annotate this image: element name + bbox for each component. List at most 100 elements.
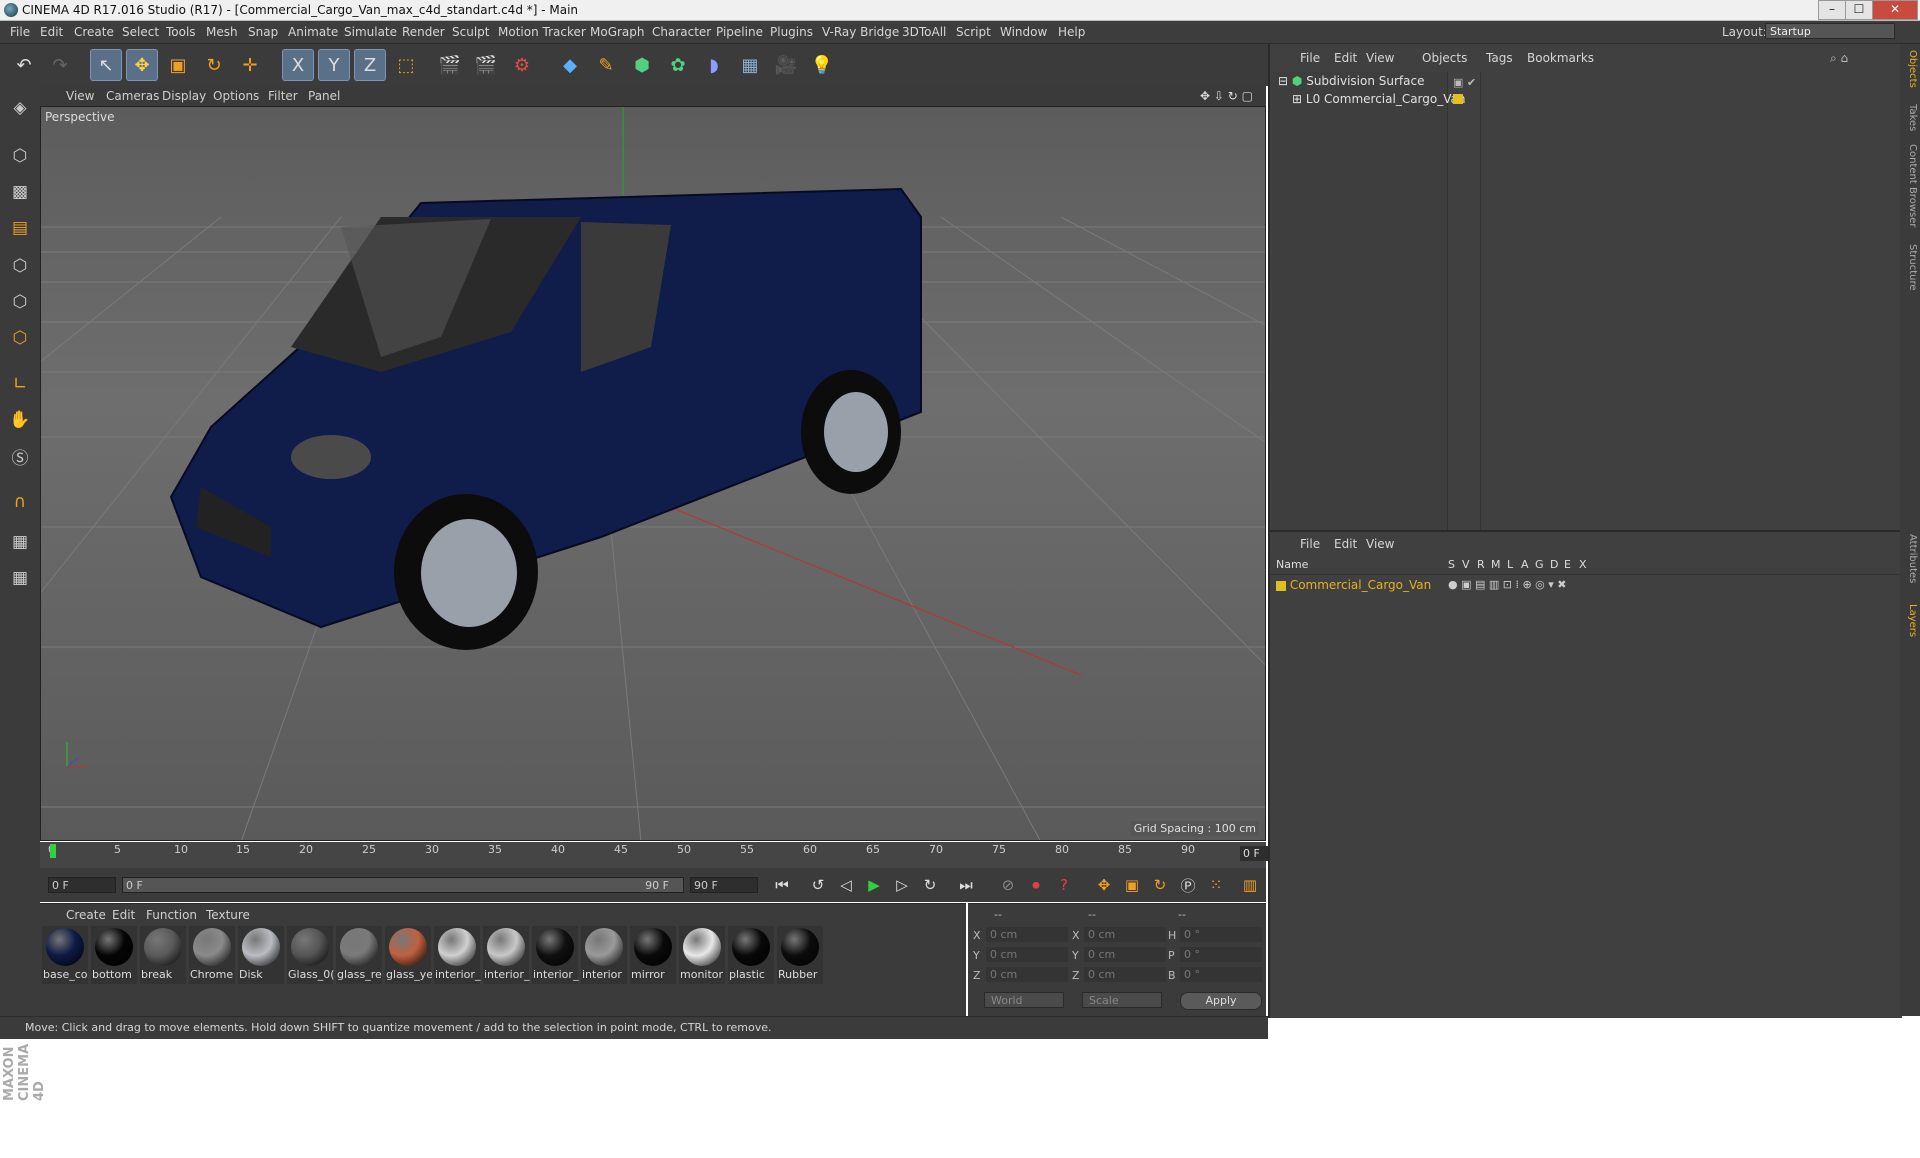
menu-snap[interactable]: Snap (248, 25, 278, 39)
move-tool-icon[interactable]: ✥ (126, 49, 158, 81)
edges-mode-icon[interactable]: ⬡ (4, 286, 36, 318)
deformer-icon[interactable]: ◗ (698, 49, 730, 81)
material-swatch[interactable]: bottom (91, 926, 137, 984)
menu-render[interactable]: Render (402, 25, 445, 39)
start-frame-field[interactable]: 0 F (48, 877, 116, 893)
material-swatch[interactable]: monitor (679, 926, 725, 984)
material-swatch[interactable]: glass_re (336, 926, 382, 984)
tab-attributes[interactable]: Attributes (1902, 534, 1918, 583)
render-settings-icon[interactable]: ⚙ (506, 49, 538, 81)
menu-3dtoall[interactable]: 3DToAll (902, 25, 946, 39)
material-swatch[interactable]: base_co (42, 926, 88, 984)
close-button[interactable]: ✕ (1872, 0, 1918, 20)
material-swatch[interactable]: interior (581, 926, 627, 984)
coordinate-mode-dropdown[interactable]: World (984, 992, 1064, 1008)
render-to-picture-viewer-icon[interactable]: 🎬 (470, 49, 502, 81)
go-to-end-icon[interactable]: ⏭ (954, 873, 978, 897)
previous-key-icon[interactable]: ↺ (806, 873, 830, 897)
polygons-mode-icon[interactable]: ⬡ (4, 322, 36, 354)
object-row-van[interactable]: ⊞ L0 Commercial_Cargo_Van (1292, 90, 1465, 108)
menu-vray-bridge[interactable]: V-Ray Bridge (822, 25, 899, 39)
menu-sculpt[interactable]: Sculpt (452, 25, 489, 39)
menu-tools[interactable]: Tools (166, 25, 196, 39)
magnet-icon[interactable]: ∩ (4, 486, 36, 518)
live-selection-icon[interactable]: ↖ (90, 49, 122, 81)
layer-color-swatch[interactable] (1276, 580, 1286, 591)
menu-animate[interactable]: Animate (288, 25, 338, 39)
size-x-field[interactable]: 0 cm (1084, 927, 1166, 942)
minimize-button[interactable]: – (1818, 0, 1846, 20)
make-editable-icon[interactable]: ◈ (4, 92, 36, 124)
material-menu-create[interactable]: Create (66, 908, 106, 922)
layers-menu-edit[interactable]: Edit (1334, 537, 1357, 551)
recent-tools-icon[interactable]: ✛ (234, 49, 266, 81)
expand-icon[interactable]: ⊞ (1292, 92, 1302, 106)
previous-frame-icon[interactable]: ◁ (834, 873, 858, 897)
menu-select[interactable]: Select (122, 25, 159, 39)
mograph-cloner-icon[interactable]: ✿ (662, 49, 694, 81)
viewport-menu-display[interactable]: Display (162, 89, 206, 103)
axis-mode-icon[interactable]: ∟ (4, 368, 36, 400)
layer-flag-icons[interactable]: ● ▣ ▤ ▥ ⊡ ⁞ ⊕ ◎ ▾ ✖ (1448, 578, 1567, 591)
autokey-icon[interactable]: ⏺ (1024, 873, 1048, 897)
objects-menu-tags[interactable]: Tags (1486, 51, 1513, 65)
perspective-viewport[interactable]: Perspective Grid Spacing : 100 cm (40, 106, 1266, 841)
size-y-field[interactable]: 0 cm (1084, 947, 1166, 962)
menu-edit[interactable]: Edit (40, 25, 63, 39)
rotation-b-field[interactable]: 0 ° (1180, 967, 1262, 982)
texture-mode-icon[interactable]: ▩ (4, 176, 36, 208)
layers-menu-file[interactable]: File (1300, 537, 1320, 551)
material-swatch[interactable]: Rubber (777, 926, 823, 984)
rotation-h-field[interactable]: 0 ° (1180, 927, 1262, 942)
end-frame-field[interactable]: 90 F (690, 877, 758, 893)
tweak-mode-icon[interactable]: ✋ (4, 404, 36, 436)
position-z-field[interactable]: 0 cm (986, 967, 1068, 982)
layers-menu-view[interactable]: View (1366, 537, 1394, 551)
objects-search-icon[interactable]: ⌕ ⌂ (1830, 51, 1848, 66)
collapse-icon[interactable]: ⊟ (1278, 74, 1288, 88)
pen-spline-icon[interactable]: ✎ (590, 49, 622, 81)
key-position-icon[interactable]: ✥ (1092, 873, 1116, 897)
go-to-start-icon[interactable]: ⏮ (770, 873, 794, 897)
material-swatch[interactable]: mirror (630, 926, 676, 984)
tab-objects[interactable]: Objects (1902, 50, 1918, 88)
tab-content-browser[interactable]: Content Browser (1902, 144, 1918, 227)
material-swatch[interactable]: interior_ (483, 926, 529, 984)
cargo-van-model[interactable] (169, 187, 922, 650)
workplane-mode-icon[interactable]: ▤ (4, 212, 36, 244)
light-icon[interactable]: 💡 (806, 49, 838, 81)
camera-icon[interactable]: 🎥 (770, 49, 802, 81)
menu-simulate[interactable]: Simulate (344, 25, 397, 39)
objects-menu-objects[interactable]: Objects (1422, 51, 1467, 65)
menu-motion-tracker[interactable]: Motion Tracker (498, 25, 586, 39)
menu-mograph[interactable]: MoGraph (590, 25, 645, 39)
workplane-lock-icon[interactable]: ▦ (4, 526, 36, 558)
material-swatch[interactable]: Chrome (189, 926, 235, 984)
layer-row[interactable]: Commercial_Cargo_Van (1276, 576, 1431, 594)
floor-scene-icon[interactable]: ▦ (734, 49, 766, 81)
layer-color-swatch[interactable] (1453, 94, 1463, 104)
maximize-button[interactable]: ☐ (1845, 0, 1873, 20)
menu-mesh[interactable]: Mesh (206, 25, 238, 39)
viewport-menu-options[interactable]: Options (213, 89, 259, 103)
menu-help[interactable]: Help (1058, 25, 1085, 39)
viewport-menu-filter[interactable]: Filter (268, 89, 298, 103)
tab-takes[interactable]: Takes (1902, 104, 1918, 131)
material-swatch[interactable]: Disk (238, 926, 284, 984)
scale-mode-dropdown[interactable]: Scale (1082, 992, 1162, 1008)
undo-icon[interactable]: ↶ (8, 49, 40, 81)
material-menu-edit[interactable]: Edit (112, 908, 135, 922)
record-keys-icon[interactable]: ⊘ (996, 873, 1020, 897)
key-parameter-icon[interactable]: Ⓟ (1176, 873, 1200, 897)
scale-tool-icon[interactable]: ▣ (162, 49, 194, 81)
menu-create[interactable]: Create (74, 25, 114, 39)
object-row-subdivision[interactable]: ⊟ ⬢ Subdivision Surface (1278, 72, 1425, 90)
material-swatch[interactable]: plastic (728, 926, 774, 984)
redo-icon[interactable]: ↷ (44, 49, 76, 81)
objects-menu-view[interactable]: View (1366, 51, 1394, 65)
viewport-menu-view[interactable]: View (66, 89, 94, 103)
subdivision-surface-icon[interactable]: ⬢ (626, 49, 658, 81)
render-view-icon[interactable]: 🎬 (434, 49, 466, 81)
size-z-field[interactable]: 0 cm (1084, 967, 1166, 982)
snap-icon[interactable]: Ⓢ (4, 440, 36, 472)
